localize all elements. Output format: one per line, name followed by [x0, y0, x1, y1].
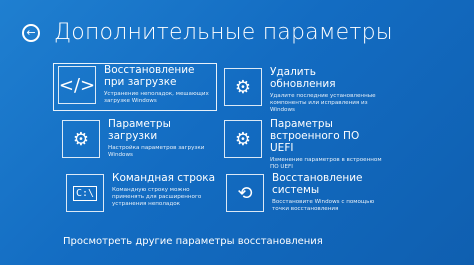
- option-title: Восстановление при загрузке: [104, 64, 195, 88]
- option-description: Восстановите Windows с помощью точки вос…: [272, 199, 375, 212]
- option-uefi-settings[interactable]: ⚙ Параметры встроенного ПО UEFI Изменени…: [224, 118, 384, 170]
- restore-icon: ⟲: [226, 174, 264, 212]
- option-description: Настройка параметров загрузки Windows: [108, 145, 205, 158]
- back-arrow-icon[interactable]: ←: [22, 23, 40, 42]
- option-title: Параметры загрузки: [108, 118, 171, 142]
- option-description: Командную строку можно применять для рас…: [112, 187, 202, 207]
- option-description: Удалите последние установленные компонен…: [270, 93, 376, 113]
- option-title: Удалить обновления: [270, 66, 336, 90]
- more-recovery-options-link[interactable]: Просмотреть другие параметры восстановле…: [63, 236, 323, 247]
- option-description: Изменение параметров в встроенном ПО UEF…: [270, 157, 382, 170]
- gear-icon: ⚙: [62, 120, 100, 158]
- option-title: Параметры встроенного ПО UEFI: [270, 118, 360, 154]
- option-startup-settings[interactable]: ⚙ Параметры загрузки Настройка параметро…: [62, 118, 216, 164]
- option-startup-repair[interactable]: </> Восстановление при загрузке Устранен…: [53, 63, 217, 111]
- option-title: Восстановление системы: [272, 172, 363, 196]
- chip-gear-icon: ⚙: [224, 120, 262, 158]
- option-description: Устранение неполадок, мешающих загрузке …: [104, 91, 209, 104]
- option-system-restore[interactable]: ⟲ Восстановление системы Восстановите Wi…: [226, 172, 386, 218]
- page-title: Дополнительные параметры: [54, 20, 393, 45]
- command-prompt-icon: C:\: [66, 174, 104, 212]
- header: ← Дополнительные параметры: [22, 20, 393, 45]
- option-command-prompt[interactable]: C:\ Командная строка Командную строку мо…: [66, 172, 216, 218]
- option-uninstall-updates[interactable]: ⚙ Удалить обновления Удалите последние у…: [224, 66, 384, 113]
- code-icon: </>: [58, 66, 96, 104]
- gear-icon: ⚙: [224, 68, 262, 106]
- option-title: Командная строка: [112, 172, 216, 184]
